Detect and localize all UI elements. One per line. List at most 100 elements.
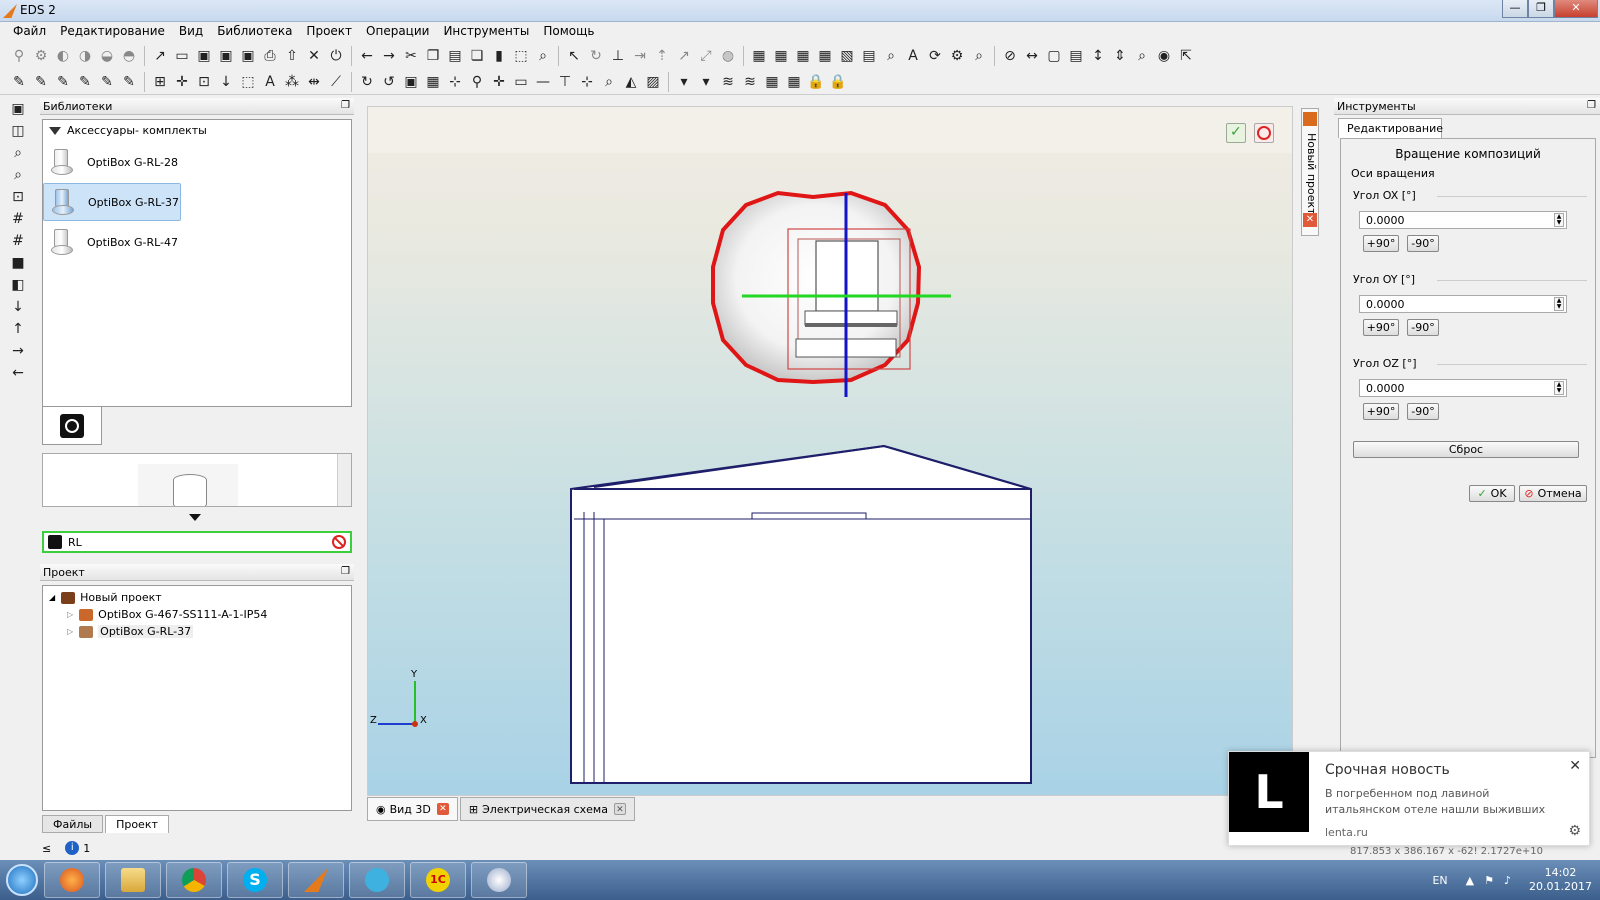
collapse-icon[interactable]: ◢	[49, 593, 55, 602]
arrow-down-icon[interactable]: ↓	[9, 298, 27, 316]
component-icon[interactable]: ▦	[750, 47, 768, 65]
tool-icon[interactable]: ▾	[675, 73, 693, 91]
tool-icon[interactable]: A	[261, 73, 279, 91]
component-icon[interactable]: ▦	[816, 47, 834, 65]
document-icon[interactable]: ▤	[860, 47, 878, 65]
zoom-icon[interactable]: ⌕	[534, 47, 552, 65]
tool-icon[interactable]: ⊹	[446, 73, 464, 91]
angle-oz-input[interactable]: 0.0000 ▲ ▼	[1359, 379, 1567, 397]
spin-arrows-icon[interactable]: ▲ ▼	[1554, 381, 1564, 395]
reset-button[interactable]: Сброс	[1353, 441, 1579, 458]
taskbar-chrome[interactable]	[166, 862, 222, 898]
tool-icon[interactable]: ◑	[76, 47, 94, 65]
cancel-button[interactable]: ⊘ Отмена	[1519, 485, 1587, 502]
scale-icon[interactable]: ⤢	[697, 47, 715, 65]
undock-icon[interactable]: ❐	[341, 100, 350, 111]
menu-file[interactable]: Файл	[6, 22, 53, 42]
tool-icon[interactable]: ▢	[1045, 47, 1063, 65]
close-tab-icon[interactable]: ✕	[613, 803, 626, 815]
tool-icon[interactable]: ✛	[173, 73, 191, 91]
component-icon[interactable]: ▦	[772, 47, 790, 65]
new-icon[interactable]: ↗	[151, 47, 169, 65]
search-tab[interactable]	[42, 407, 102, 445]
grid-icon[interactable]: #	[9, 232, 27, 250]
taskbar-eds[interactable]	[288, 862, 344, 898]
taskbar-paint[interactable]	[471, 862, 527, 898]
lock-icon[interactable]: 🔒	[807, 73, 825, 91]
menu-operations[interactable]: Операции	[359, 22, 436, 42]
zoom-out-icon[interactable]: ⌕	[9, 166, 27, 184]
grid-icon[interactable]: #	[9, 210, 27, 228]
arrow-right-icon[interactable]: →	[9, 342, 27, 360]
close-doc-icon[interactable]: ✕	[305, 47, 323, 65]
pencil-icon[interactable]: ✎	[76, 73, 94, 91]
expand-icon[interactable]	[189, 514, 201, 521]
delete-icon[interactable]: ▮	[490, 47, 508, 65]
external-icon[interactable]: ⇱	[1177, 47, 1195, 65]
arrow-left-icon[interactable]: ←	[9, 364, 27, 382]
project-node[interactable]: ▷ OptiBox G-RL-37	[43, 623, 351, 640]
viewport-3d[interactable]: ✓ Y Z X	[367, 106, 1293, 796]
undock-icon[interactable]: ❐	[1587, 100, 1596, 111]
tool-icon[interactable]: ◒	[98, 47, 116, 65]
ok-button[interactable]: ✓ OK	[1469, 485, 1515, 502]
taskbar-firefox[interactable]	[44, 862, 100, 898]
library-filter[interactable]: RL	[42, 531, 352, 553]
move-y-icon[interactable]: ⇡	[653, 47, 671, 65]
menu-help[interactable]: Помощь	[536, 22, 601, 42]
save-as-icon[interactable]: ▣	[217, 47, 235, 65]
pencil-icon[interactable]: ✎	[32, 73, 50, 91]
image-icon[interactable]: ▧	[838, 47, 856, 65]
save-icon[interactable]: ▣	[195, 47, 213, 65]
spin-arrows-icon[interactable]: ▲ ▼	[1554, 213, 1564, 227]
news-notification[interactable]: L Срочная новость В погребенном под лави…	[1228, 751, 1590, 846]
zoom-fit-icon[interactable]: ⊡	[9, 188, 27, 206]
tool-icon[interactable]: ✛	[490, 73, 508, 91]
grid-icon[interactable]: ▦	[785, 73, 803, 91]
text-icon[interactable]: A	[904, 47, 922, 65]
oy-minus90-button[interactable]: -90°	[1407, 319, 1439, 336]
eye-icon[interactable]: ◉	[1155, 47, 1173, 65]
tab-3d-view[interactable]: ◉ Вид 3D ✕	[367, 797, 458, 821]
tool-icon[interactable]: ⇹	[305, 73, 323, 91]
gear-icon[interactable]: ⚙	[1568, 823, 1581, 839]
lock-icon[interactable]: 🔒	[829, 73, 847, 91]
zoom-in-icon[interactable]: ⌕	[9, 144, 27, 162]
open-folder-icon[interactable]: ▭	[173, 47, 191, 65]
spin-arrows-icon[interactable]: ▲ ▼	[1554, 297, 1564, 311]
cut-icon[interactable]: ✂	[402, 47, 420, 65]
grid-icon[interactable]: ▦	[763, 73, 781, 91]
angle-ox-input[interactable]: 0.0000 ▲ ▼	[1359, 211, 1567, 229]
redo-icon[interactable]: →	[380, 47, 398, 65]
tool-icon[interactable]: ⊘	[1001, 47, 1019, 65]
ox-minus90-button[interactable]: -90°	[1407, 235, 1439, 252]
tool-icon[interactable]: ⁂	[283, 73, 301, 91]
view-mode-icon[interactable]: ▣	[9, 100, 27, 118]
tool-icon[interactable]: ◐	[54, 47, 72, 65]
expand-icon[interactable]: ▷	[67, 627, 73, 636]
library-item[interactable]: OptiBox G-RL-47	[43, 223, 351, 261]
close-tab-icon[interactable]: ✕	[1303, 213, 1317, 227]
taskbar-explorer[interactable]	[105, 862, 161, 898]
tool-icon[interactable]: ⚙	[32, 47, 50, 65]
component-icon[interactable]: ▦	[794, 47, 812, 65]
tab-files[interactable]: Файлы	[42, 815, 104, 833]
tray-expand-icon[interactable]: ▲	[1466, 874, 1474, 887]
close-icon[interactable]: ✕	[1569, 758, 1581, 774]
save-all-icon[interactable]: ▣	[239, 47, 257, 65]
box-icon[interactable]: ◧	[9, 276, 27, 294]
menu-tools[interactable]: Инструменты	[436, 22, 536, 42]
menu-view[interactable]: Вид	[172, 22, 210, 42]
flag-icon[interactable]: ⚑	[1484, 874, 1494, 887]
angle-oy-input[interactable]: 0.0000 ▲ ▼	[1359, 295, 1567, 313]
rotate-icon[interactable]: ↻	[587, 47, 605, 65]
close-button[interactable]: ✕	[1554, 0, 1598, 18]
pencil-icon[interactable]: ✎	[98, 73, 116, 91]
search-icon[interactable]: ⌕	[1133, 47, 1151, 65]
library-item[interactable]: OptiBox G-RL-28	[43, 143, 351, 181]
menu-project[interactable]: Проект	[299, 22, 359, 42]
collapse-icon[interactable]	[49, 126, 61, 135]
tool-icon[interactable]: ↓	[217, 73, 235, 91]
grid-icon[interactable]: ▦	[424, 73, 442, 91]
start-button[interactable]	[0, 860, 44, 900]
